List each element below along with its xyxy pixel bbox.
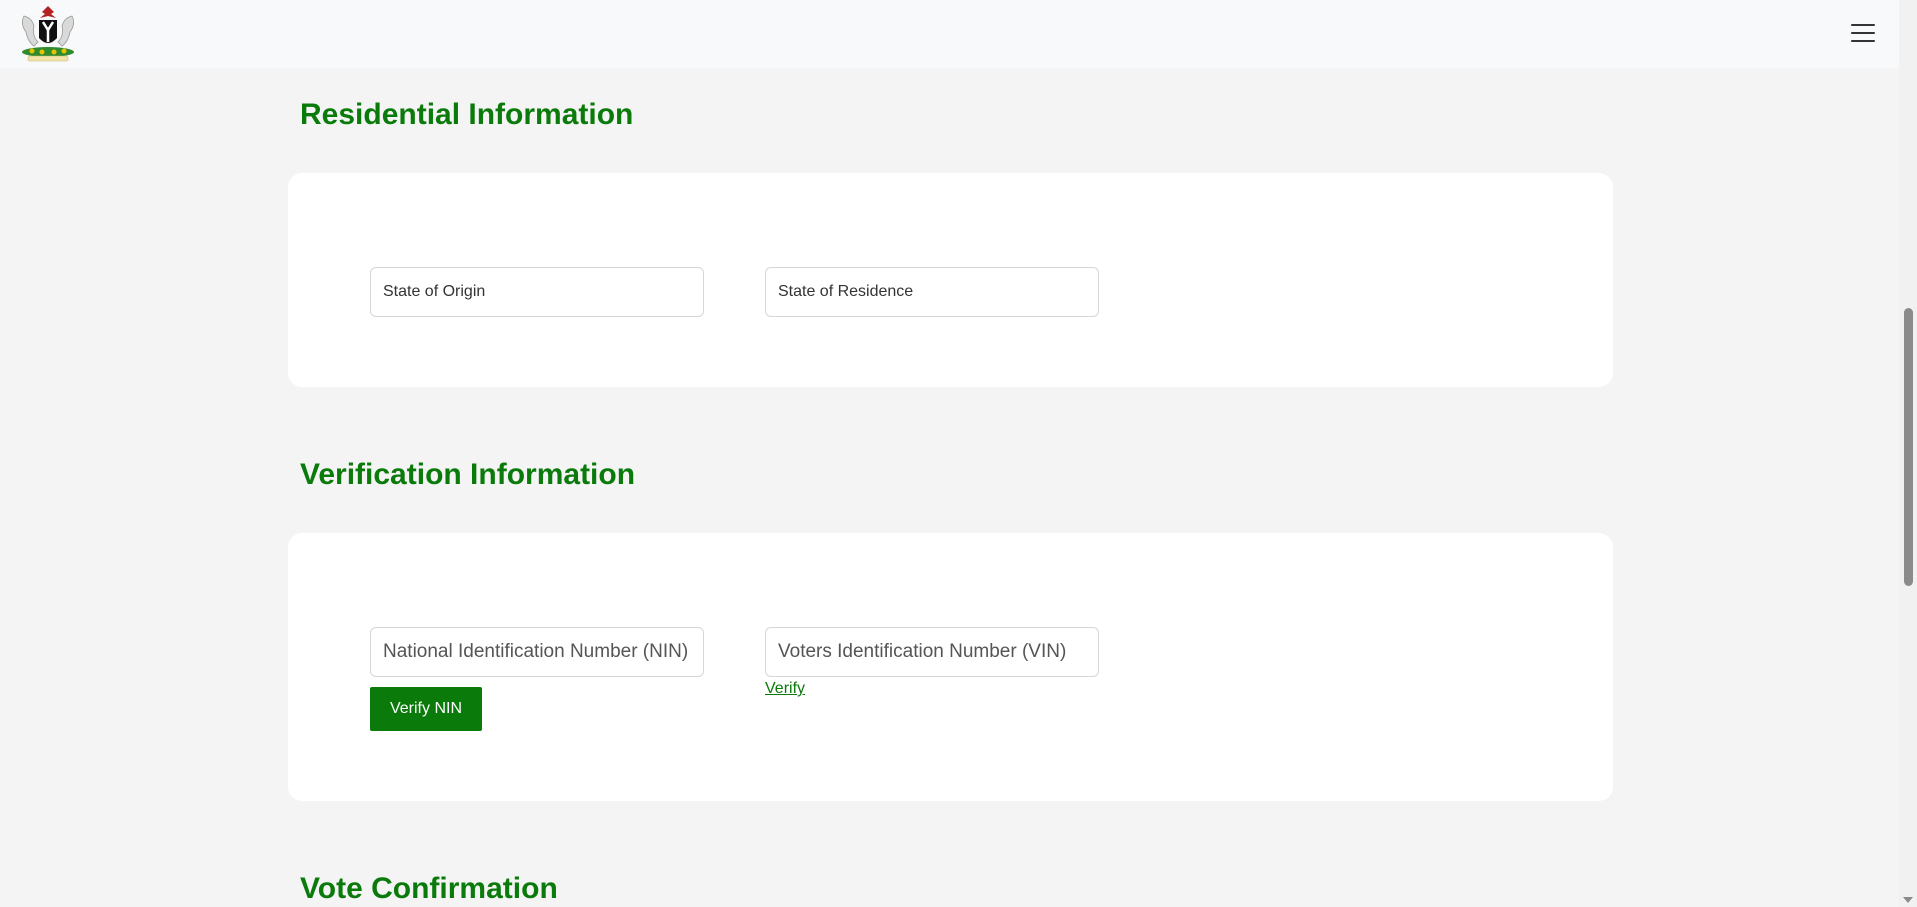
state-of-residence-select[interactable]: State of Residence [765, 267, 1099, 317]
residential-info-title: Residential Information [300, 98, 634, 131]
verification-info-card: National Identification Number (NIN) Vot… [288, 533, 1613, 801]
verification-info-title: Verification Information [300, 458, 636, 491]
verify-vin-link[interactable]: Verify [765, 680, 805, 698]
nin-input[interactable]: National Identification Number (NIN) [370, 627, 704, 677]
hamburger-menu-icon[interactable] [1848, 18, 1878, 48]
state-of-origin-select[interactable]: State of Origin [370, 267, 704, 317]
coat-of-arms-logo-icon[interactable] [12, 2, 84, 64]
scrollbar-thumb[interactable] [1904, 308, 1913, 586]
page-scrollbar[interactable] [1899, 0, 1917, 907]
scroll-down-arrow-icon[interactable] [1903, 897, 1913, 903]
top-navbar [0, 0, 1899, 68]
menu-line [1851, 32, 1875, 34]
vin-input[interactable]: Voters Identification Number (VIN) [765, 627, 1099, 677]
menu-line [1851, 40, 1875, 42]
vote-confirmation-title: Vote Confirmation [300, 872, 558, 905]
menu-line [1851, 24, 1875, 26]
residential-info-card: State of Origin State of Residence [288, 173, 1613, 387]
verify-nin-button[interactable]: Verify NIN [370, 687, 482, 731]
